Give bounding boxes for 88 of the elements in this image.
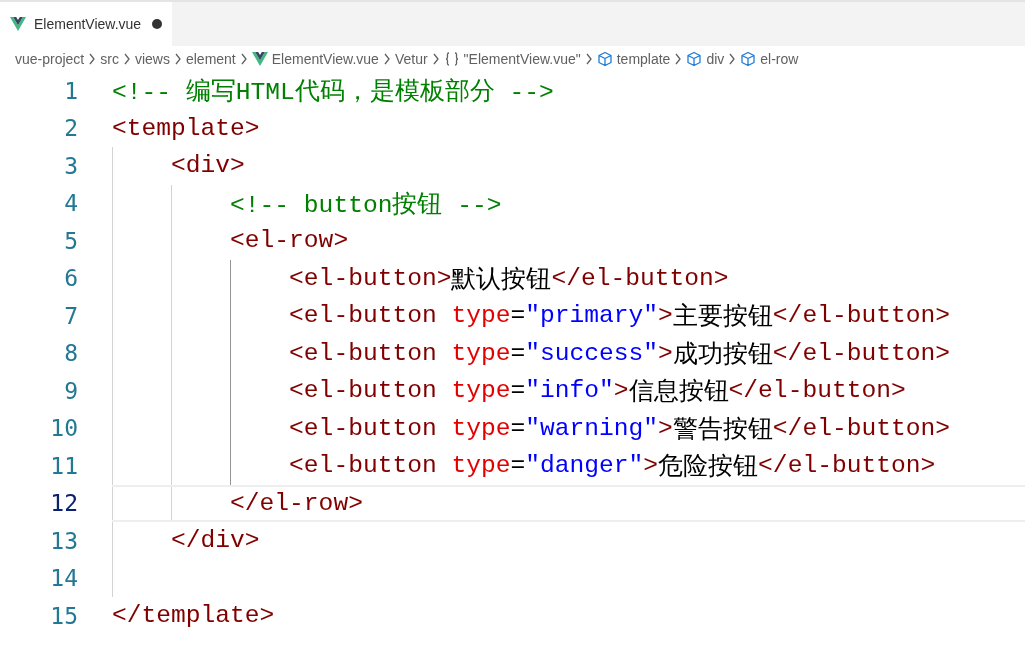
line-number: 4: [63, 190, 79, 217]
line-number: 1: [63, 77, 79, 104]
code-token: "primary": [525, 302, 659, 330]
code-token: type: [451, 339, 511, 367]
chevron-right-icon: [674, 53, 683, 65]
code-token: type: [451, 302, 511, 330]
code-token: <!-- button按钮 -->: [229, 190, 502, 220]
code-token: =: [510, 339, 526, 367]
code-token: >: [658, 302, 673, 330]
code-token: <el-button: [288, 377, 438, 405]
chevron-right-icon: [88, 53, 97, 65]
code-token: type: [451, 377, 511, 405]
cube-icon: [596, 51, 613, 67]
line-number: 10: [49, 415, 79, 442]
code-token: type: [451, 452, 511, 480]
code-token: <el-button: [288, 302, 438, 330]
line-number: 6: [63, 265, 79, 292]
editor-tab[interactable]: ElementView.vue: [0, 2, 172, 46]
code-token: >: [613, 377, 629, 405]
chevron-right-icon: [122, 53, 131, 65]
code-token: <!-- 编写HTML代码，是模板部分 -->: [112, 77, 554, 108]
cube-icon: [740, 51, 757, 67]
code-token: "danger": [525, 452, 644, 480]
line-number: 3: [63, 152, 79, 179]
breadcrumb-item[interactable]: template: [616, 51, 671, 67]
line-number: 9: [63, 377, 79, 404]
code-token: 成功按钮: [672, 340, 773, 370]
breadcrumb-item[interactable]: ElementView.vue: [271, 51, 379, 67]
vue-logo-icon: [251, 52, 268, 66]
breadcrumb-item[interactable]: el-row: [760, 51, 799, 67]
code-token: </el-button>: [772, 414, 950, 442]
breadcrumb-item[interactable]: "ElementView.vue": [463, 51, 581, 67]
code-token: 警告按钮: [672, 415, 773, 445]
code-token: 危险按钮: [658, 452, 759, 483]
breadcrumb-item[interactable]: Vetur: [394, 51, 428, 67]
line-number: 14: [49, 565, 79, 592]
chevron-right-icon: [431, 53, 440, 65]
code-token: <el-button: [288, 414, 438, 442]
chevron-right-icon: [382, 53, 391, 65]
chevron-right-icon: [173, 53, 182, 65]
line-number: 5: [63, 227, 79, 254]
code-token: </el-button>: [728, 377, 906, 405]
line-number: 8: [63, 340, 79, 367]
code-token: <template>: [112, 114, 260, 142]
code-token: =: [510, 302, 526, 330]
breadcrumb-item[interactable]: element: [185, 51, 236, 67]
code-token: =: [510, 452, 526, 480]
code-token: 主要按钮: [672, 302, 773, 333]
code-token: <el-row>: [229, 227, 349, 255]
code-token: </el-button>: [551, 264, 729, 292]
vue-logo-icon: [10, 17, 26, 31]
line-number: 15: [49, 602, 79, 629]
line-number: 13: [49, 527, 79, 554]
braces-icon: [443, 52, 460, 66]
code-token: </el-button>: [772, 339, 950, 367]
code-token: </template>: [112, 602, 275, 630]
code-token: <el-button: [288, 339, 438, 367]
code-token: <div>: [170, 152, 245, 180]
code-token: type: [451, 414, 511, 442]
breadcrumb-item[interactable]: src: [100, 51, 119, 67]
code-token: >: [658, 339, 673, 367]
code-token: "warning": [525, 414, 659, 442]
line-number: 12: [49, 490, 79, 517]
code-token: >: [658, 414, 673, 442]
code-token: 信息按钮: [628, 377, 729, 408]
chevron-right-icon: [584, 53, 593, 65]
code-token: </el-button>: [758, 452, 936, 480]
code-token: </el-row>: [229, 489, 363, 517]
code-token: <el-button>: [288, 264, 452, 292]
breadcrumb-item[interactable]: div: [706, 51, 725, 67]
code-token: <el-button: [288, 452, 438, 480]
code-token: </el-button>: [772, 302, 950, 330]
chevron-right-icon: [239, 53, 248, 65]
line-number: 7: [63, 302, 79, 329]
cube-icon: [686, 51, 703, 67]
code-token: =: [510, 414, 526, 442]
code-token: =: [510, 377, 526, 405]
line-number: 2: [63, 115, 79, 142]
code-token: >: [643, 452, 659, 480]
tab-label: ElementView.vue: [34, 16, 143, 32]
breadcrumb-item[interactable]: views: [134, 51, 170, 67]
code-token: 默认按钮: [451, 265, 552, 295]
code-token: "info": [525, 377, 614, 405]
chevron-right-icon: [728, 53, 737, 65]
line-number: 11: [49, 452, 79, 479]
code-token: </div>: [170, 527, 260, 555]
breadcrumb-item[interactable]: vue-project: [15, 51, 85, 67]
code-token: "success": [525, 339, 659, 367]
